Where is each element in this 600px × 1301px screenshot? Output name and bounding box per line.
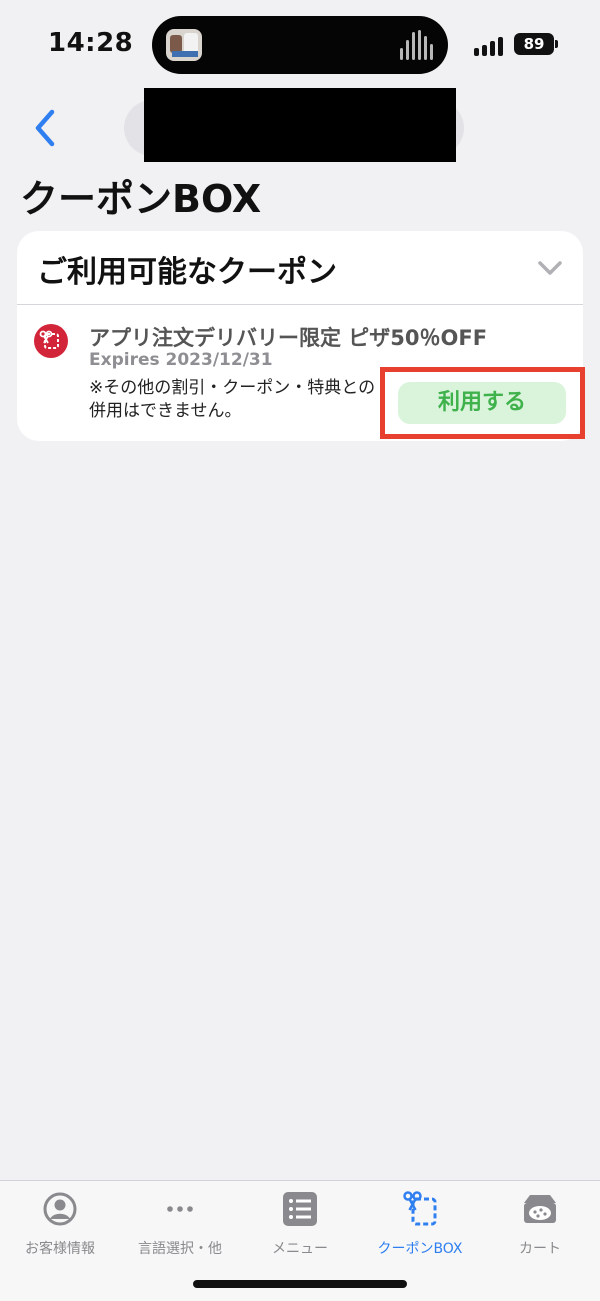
tab-label: お客様情報 [25,1241,95,1257]
back-button[interactable] [26,104,70,152]
battery-icon: 89 [514,33,554,55]
tab-coupon-box[interactable]: クーポンBOX [360,1181,480,1261]
coupon-section-header[interactable]: ご利用可能なクーポン [17,231,583,305]
home-indicator [193,1280,407,1288]
coupon-scissors-icon [403,1191,437,1226]
tab-menu[interactable]: メニュー [240,1181,360,1261]
page-title: クーポンBOX [20,177,262,221]
tab-customer-info[interactable]: お客様情報 [0,1181,120,1261]
coupon-title: アプリ注文デリバリー限定 ピザ50％OFF [89,326,488,350]
battery-tip [555,40,558,48]
chevron-left-icon [35,109,55,147]
scissors-coupon-icon [34,324,68,358]
pizza-box-icon [524,1195,556,1223]
menu-list-icon [283,1192,317,1226]
tab-label: 言語選択・他 [138,1241,222,1257]
media-thumbnail-icon [166,29,202,61]
coupon-note: ※その他の割引・クーポン・特典との併用はできません。 [89,378,376,421]
status-bar: 14:28 89 [0,0,600,90]
redacted-region [144,88,456,162]
coupon-expiry: Expires 2023/12/31 [89,350,273,370]
dynamic-island[interactable] [152,16,448,74]
tab-cart[interactable]: カート [480,1181,600,1261]
cellular-signal-icon [474,36,506,56]
tab-label: カート [519,1241,561,1257]
status-time: 14:28 [48,28,134,58]
audio-waveform-icon [400,30,436,60]
tab-label: メニュー [272,1241,328,1257]
more-dots-icon [167,1206,193,1212]
user-circle-icon [43,1192,77,1226]
use-coupon-button[interactable]: 利用する [398,382,566,424]
tab-label: クーポンBOX [377,1241,463,1257]
tab-language[interactable]: 言語選択・他 [120,1181,240,1261]
coupon-section-title: ご利用可能なクーポン [37,255,337,290]
chevron-down-icon[interactable] [535,253,565,283]
